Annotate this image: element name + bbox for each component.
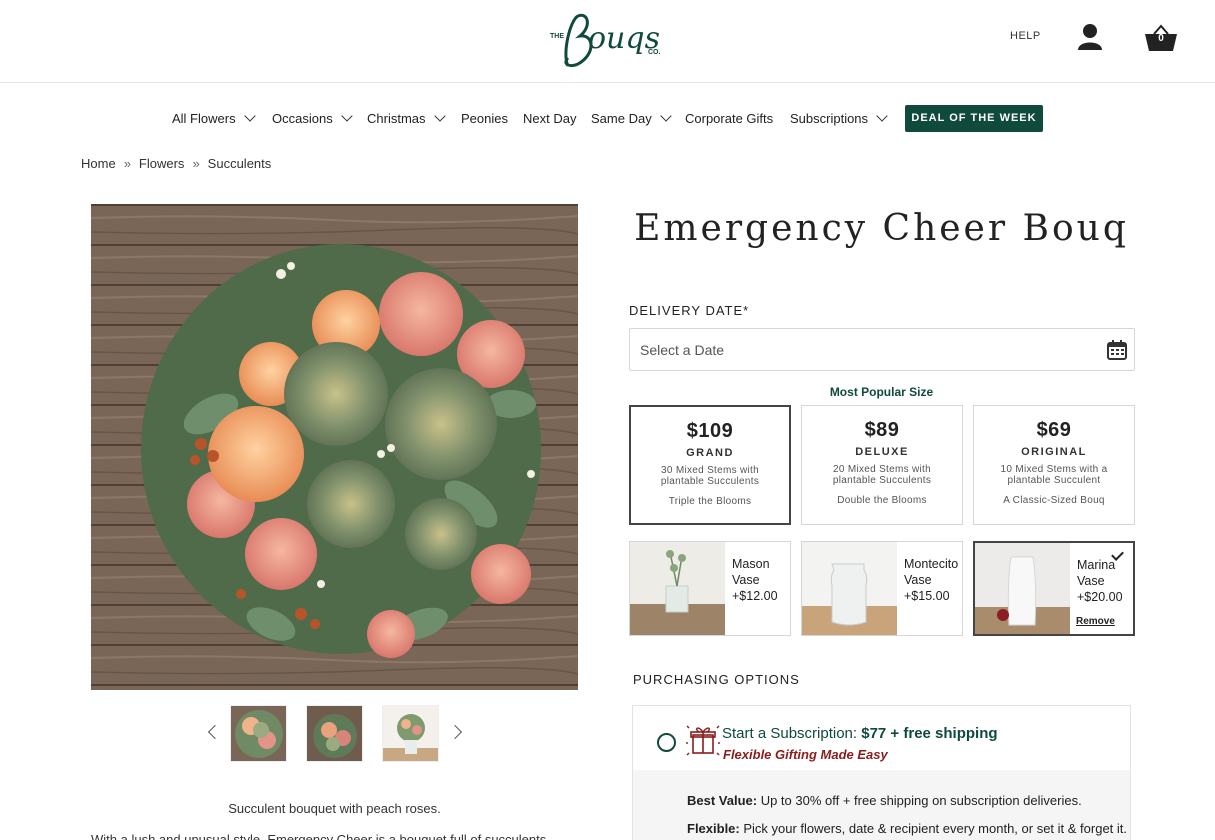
- nav-item-label: Christmas: [367, 111, 426, 126]
- nav-item-all-flowers[interactable]: All Flowers: [172, 110, 256, 126]
- product-description: With a lush and unusual style, Emergency…: [91, 832, 547, 840]
- chevron-down-icon: [341, 110, 353, 122]
- svg-text:CO.: CO.: [648, 49, 661, 56]
- nav-item-occasions[interactable]: Occasions: [272, 110, 353, 126]
- subscription-benefits: Best Value: Up to 30% off + free shippin…: [633, 770, 1130, 840]
- purchasing-options-label: PURCHASING OPTIONS: [633, 672, 800, 687]
- chevron-down-icon: [876, 110, 888, 122]
- thumbnail-2[interactable]: [306, 705, 363, 762]
- benefit-text: Pick your flowers, date & recipient ever…: [739, 821, 1128, 836]
- breadcrumb-separator: »: [123, 156, 131, 171]
- nav-item-label: Peonies: [461, 111, 508, 126]
- size-tier: DELUXE: [855, 446, 909, 458]
- chevron-down-icon: [660, 110, 672, 122]
- nav-item-label: Next Day: [523, 111, 577, 126]
- vase-name: Marina Vase: [1077, 558, 1116, 588]
- vase-info: Mason Vase +$12.00: [732, 556, 790, 604]
- nav-item-next-day[interactable]: Next Day: [523, 111, 576, 126]
- size-option-original[interactable]: $69 ORIGINAL 10 Mixed Stems with a plant…: [973, 405, 1135, 525]
- size-price: $89: [864, 419, 900, 441]
- size-option-grand[interactable]: $109 GRAND 30 Mixed Stems with plantable…: [629, 405, 791, 525]
- chevron-down-icon: [433, 110, 446, 122]
- deal-of-the-week-button[interactable]: DEAL OF THE WEEK: [905, 105, 1043, 132]
- product-image: [91, 204, 578, 690]
- nav-item-label: Corporate Gifts: [685, 111, 774, 126]
- vase-option-marina[interactable]: Marina Vase +$20.00 Remove: [973, 541, 1135, 636]
- image-caption: Succulent bouquet with peach roses.: [228, 801, 441, 816]
- subscription-price: $77 + free shipping: [861, 725, 998, 742]
- size-stems: 30 Mixed Stems with plantable Succulents: [660, 465, 760, 487]
- help-link[interactable]: HELP: [1010, 30, 1041, 42]
- size-extra: Double the Blooms: [837, 495, 927, 506]
- nav-item-subscriptions[interactable]: Subscriptions: [790, 110, 888, 126]
- breadcrumb: Home » Flowers » Succulents: [81, 156, 271, 171]
- chevron-right-icon[interactable]: [447, 724, 463, 740]
- nav-item-label: Subscriptions: [790, 111, 869, 126]
- size-price: $69: [1036, 419, 1072, 441]
- vase-price: +$15.00: [904, 589, 950, 603]
- chevron-down-icon: [243, 110, 256, 122]
- thumbnail-1[interactable]: [230, 705, 287, 762]
- delivery-date-label: DELIVERY DATE*: [629, 303, 750, 318]
- thumbnail-strip: [200, 705, 470, 763]
- cart-count-badge: 0: [1158, 33, 1164, 44]
- size-option-deluxe[interactable]: $89 DELUXE 20 Mixed Stems with plantable…: [801, 405, 963, 525]
- vase-image: [975, 543, 1070, 634]
- size-price: $109: [686, 420, 734, 442]
- vase-price: +$20.00: [1077, 590, 1123, 604]
- delivery-date-input[interactable]: [630, 329, 1090, 370]
- nav-item-label: All Flowers: [172, 111, 236, 126]
- subscription-title-prefix: Start a Subscription:: [722, 725, 862, 742]
- main-nav: All Flowers Occasions Christmas Peonies …: [0, 104, 1215, 134]
- breadcrumb-flowers[interactable]: Flowers: [139, 156, 185, 171]
- nav-item-corporate-gifts[interactable]: Corporate Gifts: [685, 111, 773, 126]
- subscription-radio[interactable]: [657, 733, 676, 752]
- size-tier: ORIGINAL: [1021, 446, 1087, 458]
- most-popular-label: Most Popular Size: [829, 385, 934, 399]
- product-title: Emergency Cheer Bouq: [634, 208, 1129, 249]
- vase-option-montecito[interactable]: Montecito Vase +$15.00: [801, 541, 963, 636]
- nav-item-label: Same Day: [591, 111, 652, 126]
- breadcrumb-succulents[interactable]: Succulents: [208, 156, 272, 171]
- subscription-option[interactable]: Start a Subscription: $77 + free shippin…: [632, 705, 1131, 840]
- user-icon[interactable]: [1077, 23, 1103, 50]
- nav-item-same-day[interactable]: Same Day: [591, 110, 672, 126]
- site-header: THE ouqs CO. HELP 0: [0, 0, 1215, 83]
- calendar-icon[interactable]: [1107, 340, 1127, 360]
- vase-option-mason[interactable]: Mason Vase +$12.00: [629, 541, 791, 636]
- subscription-header: Start a Subscription: $77 + free shippin…: [633, 706, 1130, 770]
- size-stems: 20 Mixed Stems with plantable Succulents: [832, 464, 932, 486]
- size-stems: 10 Mixed Stems with a plantable Succulen…: [1000, 464, 1108, 486]
- chevron-left-icon[interactable]: [207, 724, 223, 740]
- benefit-text: Up to 30% off + free shipping on subscri…: [757, 793, 1082, 808]
- breadcrumb-home[interactable]: Home: [81, 156, 116, 171]
- nav-item-christmas[interactable]: Christmas: [367, 110, 446, 126]
- cart-button[interactable]: 0: [1144, 24, 1178, 52]
- size-extra: Triple the Blooms: [668, 496, 752, 507]
- delivery-date-field[interactable]: [629, 328, 1135, 371]
- benefit-flexible: Flexible: Pick your flowers, date & reci…: [687, 821, 1127, 836]
- size-extra: A Classic-Sized Bouq: [1003, 495, 1105, 506]
- nav-item-peonies[interactable]: Peonies: [461, 111, 508, 126]
- vase-name: Mason Vase: [732, 557, 770, 587]
- benefit-best-value: Best Value: Up to 30% off + free shippin…: [687, 793, 1082, 808]
- gift-box-icon: [686, 725, 720, 756]
- vase-image: [630, 542, 725, 635]
- vase-image: [802, 542, 897, 635]
- vase-info: Marina Vase +$20.00: [1077, 557, 1133, 605]
- vase-name: Montecito Vase: [904, 557, 959, 587]
- svg-text:THE: THE: [550, 33, 564, 40]
- benefit-heading: Flexible:: [687, 821, 740, 836]
- subscription-title: Start a Subscription: $77 + free shippin…: [722, 725, 998, 742]
- vase-info: Montecito Vase +$15.00: [904, 556, 962, 604]
- breadcrumb-separator: »: [192, 156, 200, 171]
- vase-price: +$12.00: [732, 589, 778, 603]
- thumbnail-3[interactable]: [382, 705, 439, 762]
- nav-item-label: Occasions: [272, 111, 333, 126]
- bouqs-logo[interactable]: THE ouqs CO.: [548, 8, 668, 76]
- size-tier: GRAND: [686, 447, 734, 459]
- benefit-heading: Best Value:: [687, 793, 758, 808]
- remove-vase-link[interactable]: Remove: [1076, 616, 1115, 627]
- subscription-tagline: Flexible Gifting Made Easy: [723, 747, 888, 762]
